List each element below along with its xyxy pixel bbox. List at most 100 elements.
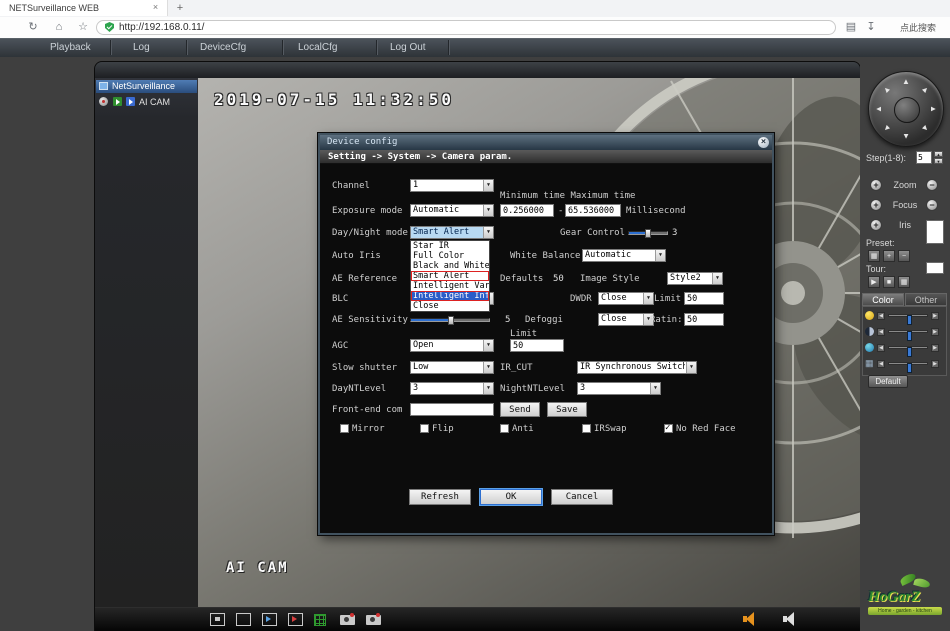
preset-grid-button[interactable]: ▦: [868, 250, 880, 262]
device-status-icon[interactable]: [99, 97, 108, 106]
send-button[interactable]: Send: [500, 402, 540, 417]
default-button[interactable]: Default: [868, 375, 908, 388]
search-here-link[interactable]: 点此搜索: [900, 21, 936, 34]
zoom-out-button[interactable]: −: [926, 179, 938, 191]
browser-tab[interactable]: NETSurveillance WEB ×: [0, 0, 168, 16]
tour-input[interactable]: [926, 262, 944, 274]
iris-open-button[interactable]: +: [870, 219, 882, 231]
step-spinner[interactable]: ▲ ▼: [934, 151, 943, 164]
brightness-slider[interactable]: [888, 314, 928, 317]
dayntlevel-select[interactable]: 3 ▼: [410, 382, 494, 395]
saturation-slider[interactable]: [888, 346, 928, 349]
device-stream-icon[interactable]: [126, 97, 135, 106]
ptz-direction-pad[interactable]: ▲ ▲ ▲ ▲ ▲ ▲ ▲ ▲: [868, 71, 944, 147]
ptz-up-arrow[interactable]: ▲: [900, 76, 912, 88]
preset-add-button[interactable]: +: [883, 250, 895, 262]
single-view-button[interactable]: [236, 613, 251, 626]
agc-select[interactable]: Open ▼: [410, 339, 494, 352]
ptz-down-arrow[interactable]: ▲: [900, 130, 912, 142]
dropdown-option-intelligent-infr[interactable]: Intelligent Infr: [411, 291, 489, 301]
channel-select[interactable]: 1 ▼: [410, 179, 494, 192]
menu-log[interactable]: Log: [133, 38, 150, 57]
ptz-right-arrow[interactable]: ▲: [927, 103, 939, 115]
exposure-min-input[interactable]: [500, 204, 554, 217]
tree-device-aicam[interactable]: AI CAM: [99, 97, 170, 108]
fullscreen-button[interactable]: [210, 613, 225, 626]
dropdown-option-black-and-white[interactable]: Black and White: [411, 261, 489, 271]
cancel-button[interactable]: Cancel: [551, 489, 613, 505]
ptz-center-button[interactable]: [894, 97, 920, 123]
spin-up-icon[interactable]: ▲: [934, 151, 943, 157]
ptz-upleft-arrow[interactable]: ▲: [878, 81, 895, 98]
hue-slider[interactable]: [888, 362, 928, 365]
white-balance-select[interactable]: Automatic ▼: [582, 249, 666, 262]
preset-delete-button[interactable]: −: [898, 250, 910, 262]
dropdown-option-star-ir[interactable]: Star IR: [411, 241, 489, 251]
brightness-decrease-icon[interactable]: ◀: [877, 312, 885, 320]
slow-shutter-select[interactable]: Low ▼: [410, 361, 494, 374]
exposure-max-input[interactable]: [565, 204, 621, 217]
spin-down-icon[interactable]: ▼: [934, 158, 943, 164]
menu-localcfg[interactable]: LocalCfg: [298, 38, 337, 57]
ptz-downright-arrow[interactable]: ▲: [917, 120, 934, 137]
home-icon[interactable]: ⌂: [52, 20, 66, 34]
dwdr-limit-input[interactable]: [684, 292, 724, 305]
contrast-slider[interactable]: [888, 330, 928, 333]
tour-list-button[interactable]: ▦: [898, 276, 910, 288]
step-input[interactable]: [916, 151, 932, 164]
snapshot-button[interactable]: [340, 615, 355, 625]
contrast-increase-icon[interactable]: ▶: [931, 328, 939, 336]
stream-main-button[interactable]: [262, 613, 277, 626]
daynight-mode-select[interactable]: Smart Alert ▼: [410, 226, 494, 239]
ircut-select[interactable]: IR Synchronous Switch ▼: [577, 361, 697, 374]
dwdr-select[interactable]: Close ▼: [598, 292, 654, 305]
bookmark-star-icon[interactable]: ☆: [76, 20, 90, 34]
dialog-title-bar[interactable]: Device config ×: [320, 135, 772, 150]
ptz-left-arrow[interactable]: ▲: [873, 103, 885, 115]
ptz-downleft-arrow[interactable]: ▲: [878, 120, 895, 137]
preset-input[interactable]: [926, 220, 944, 244]
hue-decrease-icon[interactable]: ◀: [877, 360, 885, 368]
device-play-icon[interactable]: [113, 97, 122, 106]
tree-root-netsurveillance[interactable]: NetSurveillance: [96, 80, 197, 93]
new-tab-button[interactable]: +: [174, 2, 186, 14]
menu-logout[interactable]: Log Out: [390, 38, 426, 57]
frontend-command-input[interactable]: [410, 403, 494, 416]
slider-thumb[interactable]: [448, 316, 454, 325]
exposure-mode-select[interactable]: Automatic ▼: [410, 204, 494, 217]
url-input[interactable]: http://192.168.0.11/: [96, 20, 836, 35]
stream-sub-button[interactable]: [288, 613, 303, 626]
tour-play-button[interactable]: ▶: [868, 276, 880, 288]
saturation-increase-icon[interactable]: ▶: [931, 344, 939, 352]
tab-other[interactable]: Other: [905, 293, 947, 306]
dropdown-option-full-color[interactable]: Full Color: [411, 251, 489, 261]
save-button[interactable]: Save: [547, 402, 587, 417]
refresh-icon[interactable]: ↻: [26, 20, 40, 34]
dropdown-option-intelligent-vari[interactable]: Intelligent Vari: [411, 281, 489, 291]
nightntlevel-select[interactable]: 3 ▼: [577, 382, 661, 395]
ptz-upright-arrow[interactable]: ▲: [917, 81, 934, 98]
focus-far-button[interactable]: −: [926, 199, 938, 211]
rating-input[interactable]: [684, 313, 724, 326]
close-tab-icon[interactable]: ×: [150, 2, 161, 13]
apps-grid-icon[interactable]: ▤: [844, 20, 858, 34]
image-style-select[interactable]: Style2 ▼: [667, 272, 723, 285]
menu-playback[interactable]: Playback: [50, 38, 91, 57]
ok-button[interactable]: OK: [480, 489, 542, 505]
slider-thumb[interactable]: [645, 229, 651, 238]
alarm-sound-icon[interactable]: [743, 612, 759, 626]
defogging-select[interactable]: Close ▼: [598, 313, 654, 326]
focus-near-button[interactable]: +: [870, 199, 882, 211]
refresh-button[interactable]: Refresh: [409, 489, 471, 505]
zoom-in-button[interactable]: +: [870, 179, 882, 191]
download-icon[interactable]: ↧: [864, 20, 878, 34]
tab-color[interactable]: Color: [862, 293, 904, 306]
dropdown-option-close[interactable]: Close: [411, 301, 489, 311]
volume-icon[interactable]: [783, 612, 799, 626]
contrast-decrease-icon[interactable]: ◀: [877, 328, 885, 336]
hue-increase-icon[interactable]: ▶: [931, 360, 939, 368]
multi-view-button[interactable]: [314, 614, 326, 626]
gear-control-slider[interactable]: [628, 229, 668, 238]
saturation-decrease-icon[interactable]: ◀: [877, 344, 885, 352]
ae-sensitivity-slider[interactable]: [410, 316, 490, 325]
